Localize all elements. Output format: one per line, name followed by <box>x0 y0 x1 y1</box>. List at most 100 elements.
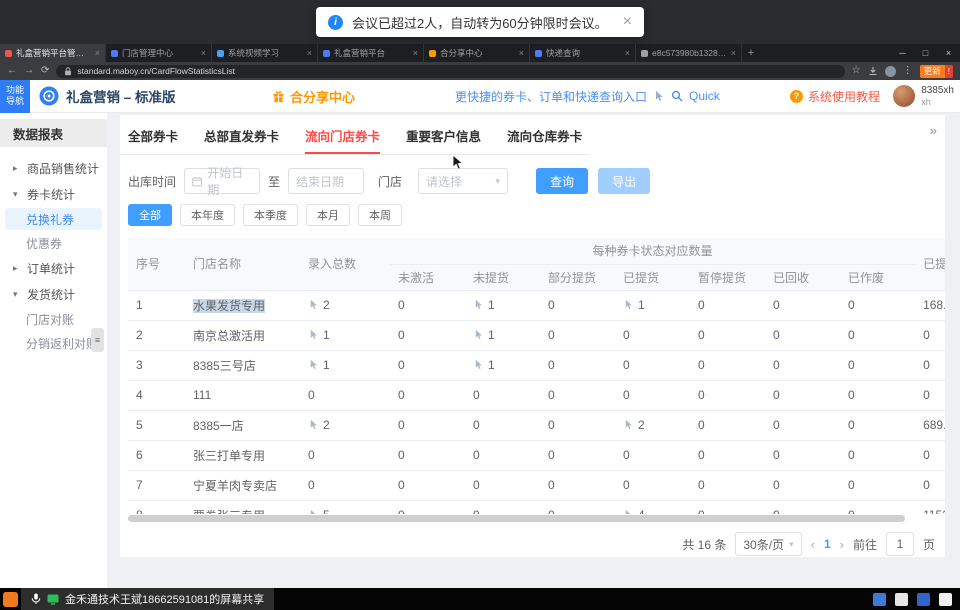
quick-range-pill[interactable]: 本季度 <box>243 204 298 226</box>
tab-close-icon[interactable]: × <box>625 48 630 58</box>
page-number[interactable]: 1 <box>824 537 831 551</box>
cell-status: 0 <box>765 380 840 410</box>
maximize-button[interactable]: □ <box>914 44 937 62</box>
cell-status: 0 <box>840 500 915 514</box>
forward-icon[interactable]: → <box>24 66 34 76</box>
user-name: 8385xh <box>921 85 954 97</box>
cell-status: 0 <box>690 380 765 410</box>
cell-status: 0 <box>540 410 615 440</box>
tab-close-icon[interactable]: × <box>519 48 524 58</box>
browser-tab[interactable]: 门店管理中心 × <box>106 44 212 62</box>
prev-page-button[interactable]: ‹ <box>811 537 815 552</box>
browser-tab[interactable]: e8c573980b1328a258fd2e6l× <box>636 44 742 62</box>
cell-status: 0 <box>465 380 540 410</box>
function-nav-button[interactable]: 功能 导航 <box>0 80 30 113</box>
page-size-select[interactable]: 30条/页 ▾ <box>735 532 801 556</box>
browser-tab[interactable]: 系统视频学习× <box>212 44 318 62</box>
meeting-app-icon[interactable] <box>3 592 18 607</box>
browser-tab[interactable]: 礼盒营销平台管理中心× <box>0 44 106 62</box>
bookmark-star-icon[interactable]: ☆ <box>852 66 861 76</box>
sidebar-subitem[interactable]: 兑换礼券 <box>5 208 102 230</box>
caret-icon: ▾ <box>13 289 22 300</box>
screen-share-bar: 金禾通技术王斌18662591081的屏幕共享 <box>0 588 960 610</box>
start-date-input[interactable]: 开始日期 <box>184 168 260 194</box>
taskbar-icon[interactable] <box>917 593 930 606</box>
back-icon[interactable]: ← <box>7 66 17 76</box>
cell-store: 南京总激活用 <box>185 320 300 350</box>
download-icon[interactable] <box>868 66 878 76</box>
window-controls: ─ □ × <box>891 44 960 62</box>
pagination: 共 16 条 30条/页 ▾ ‹ 1 › 前往 1 页 <box>120 522 945 556</box>
sidebar-item[interactable]: ▾发货统计 <box>0 281 107 307</box>
status-group-header: 每种券卡状态对应数量 <box>390 238 915 264</box>
cell-status: 0 <box>615 470 690 500</box>
cell-store: 宁夏羊肉专卖店 <box>185 470 300 500</box>
quick-range-pill[interactable]: 本周 <box>358 204 402 226</box>
sidebar-collapse-handle[interactable]: ≡ <box>91 328 104 352</box>
page-size-value: 30条/页 <box>743 536 784 553</box>
sidebar-item[interactable]: ▾券卡统计 <box>0 181 107 207</box>
store-select[interactable]: 请选择 ▾ <box>418 168 508 194</box>
menu-dots-icon[interactable]: ⋮ <box>903 66 913 76</box>
close-button[interactable]: × <box>937 44 960 62</box>
new-tab-button[interactable]: + <box>742 44 760 62</box>
browser-update-badge[interactable]: 更新 ! <box>920 65 953 78</box>
refresh-icon[interactable]: ⟳ <box>41 66 49 76</box>
filter-row: 出库时间 开始日期 至 结束日期 门店 请选择 ▾ 查询 导出 <box>120 155 945 194</box>
tab-close-icon[interactable]: × <box>413 48 418 58</box>
taskbar-icon[interactable] <box>873 593 886 606</box>
card-collapse-button[interactable]: » <box>930 123 937 138</box>
card-tab[interactable]: 流向仓库券卡 <box>507 126 582 145</box>
share-status-text: 金禾通技术王斌18662591081的屏幕共享 <box>65 591 264 607</box>
table-row: 6张三打单专用000000000 <box>128 440 945 470</box>
minimize-button[interactable]: ─ <box>891 44 914 62</box>
scrollbar-thumb[interactable] <box>128 515 905 522</box>
end-date-input[interactable]: 结束日期 <box>288 168 364 194</box>
cell-status: 0 <box>540 440 615 470</box>
quick-range-pill[interactable]: 本年度 <box>180 204 235 226</box>
card-tab[interactable]: 全部券卡 <box>128 126 178 145</box>
card-tab[interactable]: 总部直发券卡 <box>204 126 279 145</box>
sidebar-subitem[interactable]: 门店对账 <box>0 307 107 331</box>
cell-status: 0 <box>465 500 540 514</box>
tab-close-icon[interactable]: × <box>731 48 736 58</box>
card-tab[interactable]: 流向门店券卡 <box>305 126 380 145</box>
user-menu[interactable]: 8385xh xh <box>893 85 954 107</box>
sidebar-subitem[interactable]: 优惠券 <box>0 231 107 255</box>
sidebar-item[interactable]: ▸订单统计 <box>0 255 107 281</box>
search-button[interactable]: 查询 <box>536 168 588 194</box>
quick-range-pill[interactable]: 本月 <box>306 204 350 226</box>
taskbar-icon[interactable] <box>895 593 908 606</box>
tutorial-link[interactable]: ? 系统使用教程 <box>790 88 880 105</box>
total-col-header: 录入总数 <box>300 238 390 290</box>
browser-tab[interactable]: 礼盒营销平台× <box>318 44 424 62</box>
share-status-pill: 金禾通技术王斌18662591081的屏幕共享 <box>21 588 274 610</box>
cell-seq: 5 <box>128 410 185 440</box>
goto-page-input[interactable]: 1 <box>886 532 914 556</box>
browser-profile-avatar[interactable] <box>885 66 896 77</box>
taskbar-icon[interactable] <box>939 593 952 606</box>
tab-close-icon[interactable]: × <box>95 48 100 58</box>
microphone-icon[interactable] <box>31 593 41 605</box>
cell-total: 2 <box>300 290 390 320</box>
url-field[interactable]: standard.maboy.cn/CardFlowStatisticsList <box>56 65 844 78</box>
cell-status: 0 <box>540 350 615 380</box>
toast-close-icon[interactable]: × <box>623 13 632 31</box>
quick-range-pill[interactable]: 全部 <box>128 204 172 226</box>
workspace: 数据报表 ▸商品销售统计▾券卡统计兑换礼券优惠券▸订单统计▾发货统计门店对账分销… <box>0 113 960 588</box>
sidebar-item[interactable]: ▸商品销售统计 <box>0 155 107 181</box>
export-button[interactable]: 导出 <box>598 168 650 194</box>
card-tab[interactable]: 重要客户信息 <box>406 126 481 145</box>
next-page-button[interactable]: › <box>840 537 844 552</box>
status-col-header: 未激活 <box>390 264 465 290</box>
browser-tab[interactable]: 合分享中心× <box>424 44 530 62</box>
tab-close-icon[interactable]: × <box>307 48 312 58</box>
share-center-link[interactable]: 合分享中心 <box>272 87 355 106</box>
cell-status: 0 <box>690 440 765 470</box>
browser-tab-title: 门店管理中心 <box>122 47 197 59</box>
tab-close-icon[interactable]: × <box>201 48 206 58</box>
quick-search-zone[interactable]: 更快捷的券卡、订单和快递查询入口 Quick <box>455 88 720 105</box>
cell-status: 0 <box>840 410 915 440</box>
browser-tab[interactable]: 快递查询× <box>530 44 636 62</box>
sidebar-item-label: 商品销售统计 <box>27 160 99 177</box>
